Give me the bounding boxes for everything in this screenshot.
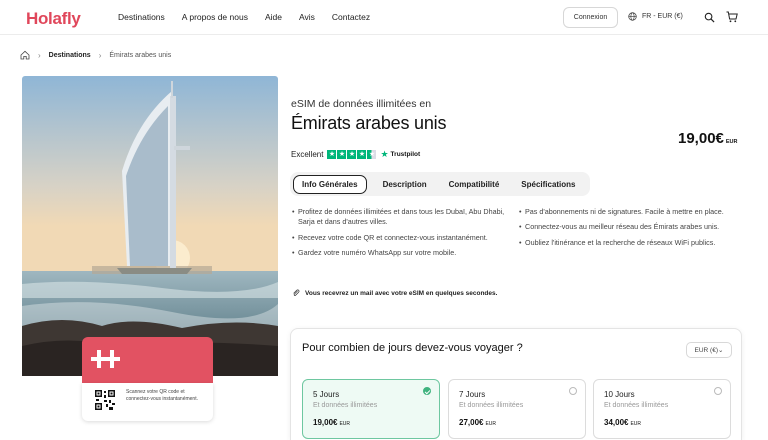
star-icon: ★ bbox=[357, 150, 367, 159]
plan-days: 10 Jours bbox=[604, 390, 635, 399]
breadcrumb-current: Émirats arabes unis bbox=[109, 51, 172, 59]
plan-data: Et données illimitées bbox=[604, 402, 669, 409]
nav-contact[interactable]: Contactez bbox=[332, 12, 370, 22]
breadcrumb-destinations[interactable]: Destinations bbox=[49, 52, 91, 59]
plan-price-value: 34,00€ bbox=[604, 418, 629, 427]
page-title: Émirats arabes unis bbox=[291, 113, 447, 133]
login-button[interactable]: Connexion bbox=[563, 7, 618, 28]
trustpilot-rating[interactable]: Excellent ★ ★ ★ ★ ★ ★ Trustpilot bbox=[291, 149, 420, 160]
qr-card: Scannez votre QR code et connectez-vous … bbox=[82, 383, 213, 421]
nav-reviews[interactable]: Avis bbox=[299, 12, 315, 22]
main-nav: Destinations A propos de nous Aide Avis … bbox=[118, 12, 387, 22]
info-tabs: Info Générales Description Compatibilité… bbox=[290, 172, 590, 196]
plan-price: 34,00€ EUR bbox=[604, 418, 641, 427]
plan-data: Et données illimitées bbox=[459, 402, 524, 409]
plan-price-currency: EUR bbox=[485, 421, 497, 427]
feature-item: Oubliez l'itinérance et la recherche de … bbox=[519, 238, 729, 249]
product-subtitle: eSIM de données illimitées en bbox=[291, 98, 432, 110]
chevron-right-icon: › bbox=[38, 50, 41, 60]
plan-days: 7 Jours bbox=[459, 390, 486, 399]
esim-card-graphic bbox=[82, 337, 213, 383]
nav-about[interactable]: A propos de nous bbox=[182, 12, 248, 22]
home-icon[interactable] bbox=[20, 50, 30, 60]
mail-note-text: Vous recevrez un mail avec votre eSIM en… bbox=[305, 289, 498, 297]
price-value: 19,00€ bbox=[678, 130, 724, 147]
tab-specifications[interactable]: Spécifications bbox=[513, 180, 583, 189]
tab-info-generales[interactable]: Info Générales bbox=[293, 174, 367, 194]
nav-destinations[interactable]: Destinations bbox=[118, 12, 165, 22]
holafly-logo[interactable]: Holafly bbox=[26, 9, 81, 29]
plan-data: Et données illimitées bbox=[313, 402, 378, 409]
feature-item: Profitez de données illimitées et dans t… bbox=[292, 207, 512, 228]
qr-code-icon bbox=[94, 389, 116, 411]
currency-select-value: EUR (€) bbox=[694, 346, 719, 354]
tab-compatibilite[interactable]: Compatibilité bbox=[441, 180, 508, 189]
star-icon: ★ bbox=[337, 150, 347, 159]
language-label: FR - EUR (€) bbox=[642, 13, 683, 20]
plan-price-value: 19,00€ bbox=[313, 418, 338, 427]
trustpilot-label: Trustpilot bbox=[390, 151, 421, 158]
plan-question: Pour combien de jours devez-vous voyager… bbox=[302, 342, 523, 354]
features-right-list: Pas d'abonnements ni de signatures. Faci… bbox=[519, 207, 729, 253]
trustpilot-star-icon: ★ bbox=[380, 149, 389, 159]
qr-card-text: Scannez votre QR code et connectez-vous … bbox=[126, 389, 198, 402]
plan-option-10-days[interactable]: 10 Jours Et données illimitées 34,00€ EU… bbox=[593, 379, 731, 439]
currency-select[interactable]: EUR (€) ⌄ bbox=[686, 342, 732, 358]
feature-item: Pas d'abonnements ni de signatures. Faci… bbox=[519, 207, 729, 218]
site-header: Holafly Destinations A propos de nous Ai… bbox=[0, 0, 768, 35]
cart-icon[interactable] bbox=[726, 11, 738, 23]
star-icon: ★ bbox=[347, 150, 357, 159]
plan-days: 5 Jours bbox=[313, 390, 340, 399]
radio-icon bbox=[569, 387, 577, 395]
trustpilot-logo: ★ Trustpilot bbox=[380, 149, 420, 160]
search-icon[interactable] bbox=[704, 12, 715, 23]
price-currency: EUR bbox=[725, 139, 738, 145]
plan-price-currency: EUR bbox=[339, 421, 351, 427]
nav-help[interactable]: Aide bbox=[265, 12, 282, 22]
radio-icon bbox=[714, 387, 722, 395]
plan-option-7-days[interactable]: 7 Jours Et données illimitées 27,00€ EUR bbox=[448, 379, 586, 439]
tab-description[interactable]: Description bbox=[375, 180, 435, 189]
chevron-right-icon: › bbox=[98, 50, 102, 60]
plan-option-5-days[interactable]: 5 Jours Et données illimitées 19,00€ EUR bbox=[302, 379, 440, 439]
mail-note: Vous recevrez un mail avec votre eSIM en… bbox=[292, 289, 497, 297]
plan-selector: Pour combien de jours devez-vous voyager… bbox=[290, 328, 742, 440]
rating-label: Excellent bbox=[291, 150, 324, 159]
plan-price-value: 27,00€ bbox=[459, 418, 484, 427]
star-icon: ★ bbox=[327, 150, 337, 159]
radio-checked-icon bbox=[423, 387, 431, 395]
paperclip-icon bbox=[293, 289, 300, 296]
features-left-list: Profitez de données illimitées et dans t… bbox=[292, 207, 512, 264]
plan-price: 19,00€ EUR bbox=[313, 418, 350, 427]
feature-item: Connectez-vous au meilleur réseau des Ém… bbox=[519, 222, 729, 233]
language-selector[interactable]: FR - EUR (€) bbox=[628, 12, 683, 21]
chevron-down-icon: ⌄ bbox=[718, 347, 724, 354]
plan-price: 27,00€ EUR bbox=[459, 418, 496, 427]
plan-price-currency: EUR bbox=[630, 421, 642, 427]
rating-stars: ★ ★ ★ ★ ★ bbox=[327, 150, 377, 159]
product-price: 19,00€ EUR bbox=[678, 130, 738, 147]
holafly-h-icon bbox=[91, 350, 120, 368]
breadcrumb: › Destinations › Émirats arabes unis bbox=[20, 50, 171, 60]
globe-icon bbox=[628, 12, 637, 21]
feature-item: Gardez votre numéro WhatsApp sur votre m… bbox=[292, 248, 512, 259]
star-half-icon: ★ bbox=[367, 150, 377, 159]
feature-item: Recevez votre code QR et connectez-vous … bbox=[292, 233, 512, 244]
